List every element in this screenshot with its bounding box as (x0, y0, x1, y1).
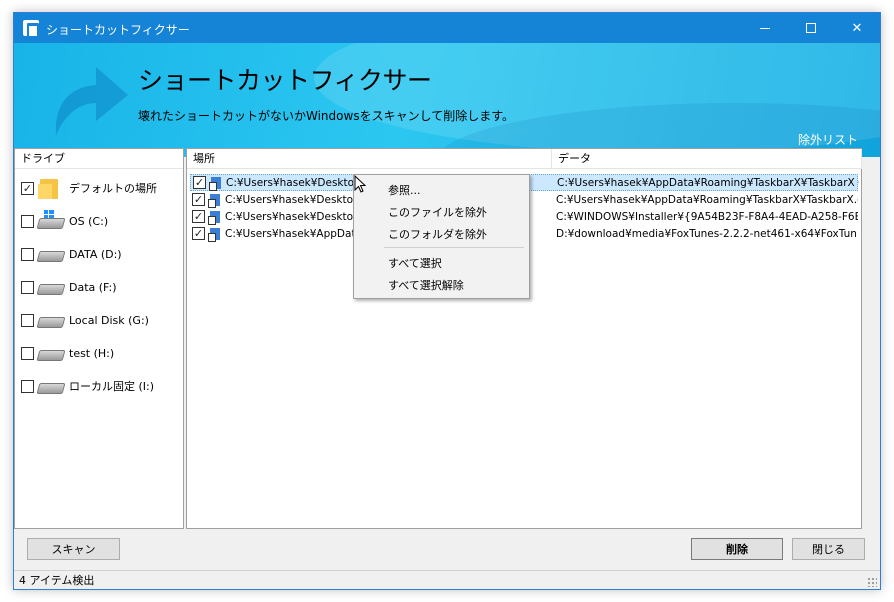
checkbox[interactable]: ✓ (192, 210, 205, 223)
folder-icon (38, 177, 66, 199)
drive-label: Local Disk (G:) (69, 313, 149, 327)
menu-separator (384, 247, 524, 248)
window-title: ショートカットフィクサー (46, 23, 190, 37)
app-icon (23, 20, 39, 38)
shortcut-icon (209, 176, 223, 191)
checkbox[interactable] (21, 247, 34, 261)
header-banner: ショートカットフィクサー 壊れたショートカットがないかWindowsをスキャンし… (14, 43, 880, 157)
drive-icon (36, 243, 66, 265)
mouse-cursor-icon (354, 175, 366, 193)
drive-label: デフォルトの場所 (69, 182, 157, 195)
menu-item-deselect-all[interactable]: すべて選択解除 (388, 277, 464, 293)
data-cell: C:¥WINDOWS¥Installer¥{9A54B23F-F8A4-4EAD… (556, 210, 858, 223)
checkbox[interactable] (21, 214, 34, 228)
status-bar: 4 アイテム検出 (14, 570, 880, 589)
drive-icon (36, 309, 66, 331)
checkbox[interactable] (21, 280, 34, 294)
maximize-button[interactable] (788, 13, 834, 43)
shortcut-icon (208, 227, 222, 242)
drive-icon (36, 342, 66, 364)
status-text: 4 アイテム検出 (19, 574, 95, 587)
checkbox[interactable]: ✓ (192, 227, 205, 240)
drive-label: Data (F:) (69, 280, 117, 294)
column-header-data[interactable]: データ (552, 149, 862, 169)
context-menu: 参照... このファイルを除外 このフォルダを除外 すべて選択 すべて選択解除 (353, 174, 530, 299)
drive-label: DATA (D:) (69, 247, 122, 261)
checkbox[interactable]: ✓ (192, 193, 205, 206)
resize-grip-icon[interactable] (867, 577, 877, 587)
drive-icon (36, 375, 66, 397)
close-button[interactable]: 閉じる (792, 538, 865, 560)
checkbox[interactable]: ✓ (193, 176, 206, 189)
drive-item-g[interactable]: Local Disk (G:) (21, 307, 149, 333)
maximize-icon (806, 23, 816, 33)
drive-item-f[interactable]: Data (F:) (21, 274, 117, 300)
menu-item-select-all[interactable]: すべて選択 (388, 255, 442, 271)
checkbox[interactable] (21, 346, 34, 360)
windows-drive-icon (36, 210, 66, 232)
shortcut-icon (208, 210, 222, 225)
checkbox[interactable]: ✓ (21, 181, 34, 195)
drive-item-i[interactable]: ローカル固定 (I:) (21, 373, 154, 399)
curved-arrow-icon (55, 67, 128, 135)
drive-panel: ドライブ ✓ デフォルトの場所 OS (C:) DATA (D:) Data (… (14, 148, 184, 529)
data-cell: C:¥Users¥hasek¥AppData¥Roaming¥TaskbarX¥… (557, 176, 859, 189)
title-bar: ショートカットフィクサー ✕ (14, 13, 880, 43)
exclude-list-link[interactable]: 除外リスト (798, 131, 858, 148)
drive-panel-header: ドライブ (15, 149, 183, 169)
drive-item-c[interactable]: OS (C:) (21, 208, 108, 234)
app-window: ショートカットフィクサー ✕ ショートカットフィクサー 壊れたショートカットがな… (13, 12, 881, 590)
close-window-button[interactable]: ✕ (834, 13, 880, 43)
data-cell: C:¥Users¥hasek¥AppData¥Roaming¥TaskbarX¥… (556, 193, 858, 206)
drive-item-d[interactable]: DATA (D:) (21, 241, 122, 267)
drive-item-default[interactable]: ✓ デフォルトの場所 (21, 175, 157, 201)
minimize-icon (760, 27, 770, 29)
minimize-button[interactable] (742, 13, 788, 43)
menu-item-browse[interactable]: 参照... (388, 182, 421, 198)
menu-item-exclude-file[interactable]: このファイルを除外 (388, 204, 487, 220)
banner-subtitle: 壊れたショートカットがないかWindowsをスキャンして削除します。 (138, 109, 515, 123)
shortcut-icon (208, 193, 222, 208)
delete-button[interactable]: 削除 (691, 538, 783, 560)
drive-label: OS (C:) (69, 214, 109, 228)
close-icon: ✕ (851, 20, 863, 36)
checkbox[interactable] (21, 379, 34, 393)
data-cell: D:¥download¥media¥FoxTunes-2.2.2-net461-… (556, 227, 858, 240)
menu-item-exclude-folder[interactable]: このフォルダを除外 (388, 226, 487, 242)
scan-button[interactable]: スキャン (27, 538, 120, 560)
checkbox[interactable] (21, 313, 34, 327)
drive-item-h[interactable]: test (H:) (21, 340, 114, 366)
column-header-location[interactable]: 場所 (187, 149, 552, 169)
drive-label: test (H:) (69, 346, 115, 360)
banner-title: ショートカットフィクサー (138, 66, 432, 95)
drive-label: ローカル固定 (I:) (69, 380, 155, 393)
drive-icon (36, 276, 66, 298)
